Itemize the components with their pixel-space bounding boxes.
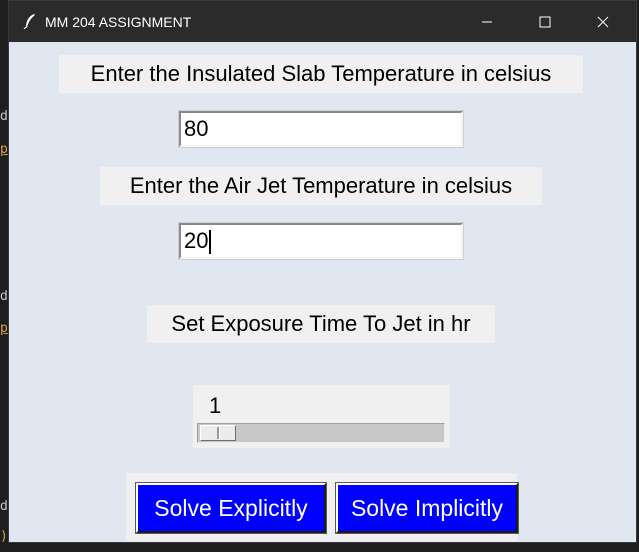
background-text: d [0, 110, 8, 124]
background-text: p [0, 143, 8, 157]
scale-value: 1 [209, 393, 222, 418]
background-text: ) [0, 530, 8, 544]
slab-temperature-input[interactable]: 80 [178, 110, 464, 148]
solve-buttons-frame: Solve Explicitly Solve Implicitly [126, 473, 519, 541]
background-text: p [0, 322, 8, 336]
scale-slider-handle[interactable] [200, 425, 236, 441]
exposure-time-scale[interactable]: 1 [193, 385, 450, 448]
slab-temperature-value: 80 [184, 116, 209, 141]
solve-explicitly-button[interactable]: Solve Explicitly [135, 482, 327, 534]
close-button[interactable] [574, 1, 632, 42]
close-icon [597, 16, 609, 27]
background-text: d [0, 500, 8, 514]
solve-implicitly-button[interactable]: Solve Implicitly [335, 482, 519, 534]
exposure-time-label: Set Exposure Time To Jet in hr [147, 305, 495, 343]
minimize-icon [482, 21, 492, 22]
background-text: d [0, 290, 8, 304]
air-jet-temperature-value: 20 [184, 228, 209, 253]
air-jet-temperature-label: Enter the Air Jet Temperature in celsius [100, 167, 542, 205]
maximize-icon [539, 16, 551, 27]
slab-temperature-label: Enter the Insulated Slab Temperature in … [59, 55, 583, 93]
window-title: MM 204 ASSIGNMENT [45, 14, 192, 30]
background-editor: d p d p d ) [0, 0, 8, 552]
app-window: MM 204 ASSIGNMENT Enter the Insulated Sl… [8, 0, 637, 543]
title-bar[interactable]: MM 204 ASSIGNMENT [9, 1, 636, 42]
minimize-button[interactable] [458, 1, 516, 42]
air-jet-temperature-input[interactable]: 20 [178, 222, 464, 260]
maximize-button[interactable] [516, 1, 574, 42]
feather-icon [23, 14, 35, 29]
scale-trough[interactable] [197, 423, 445, 443]
text-cursor [209, 230, 212, 255]
